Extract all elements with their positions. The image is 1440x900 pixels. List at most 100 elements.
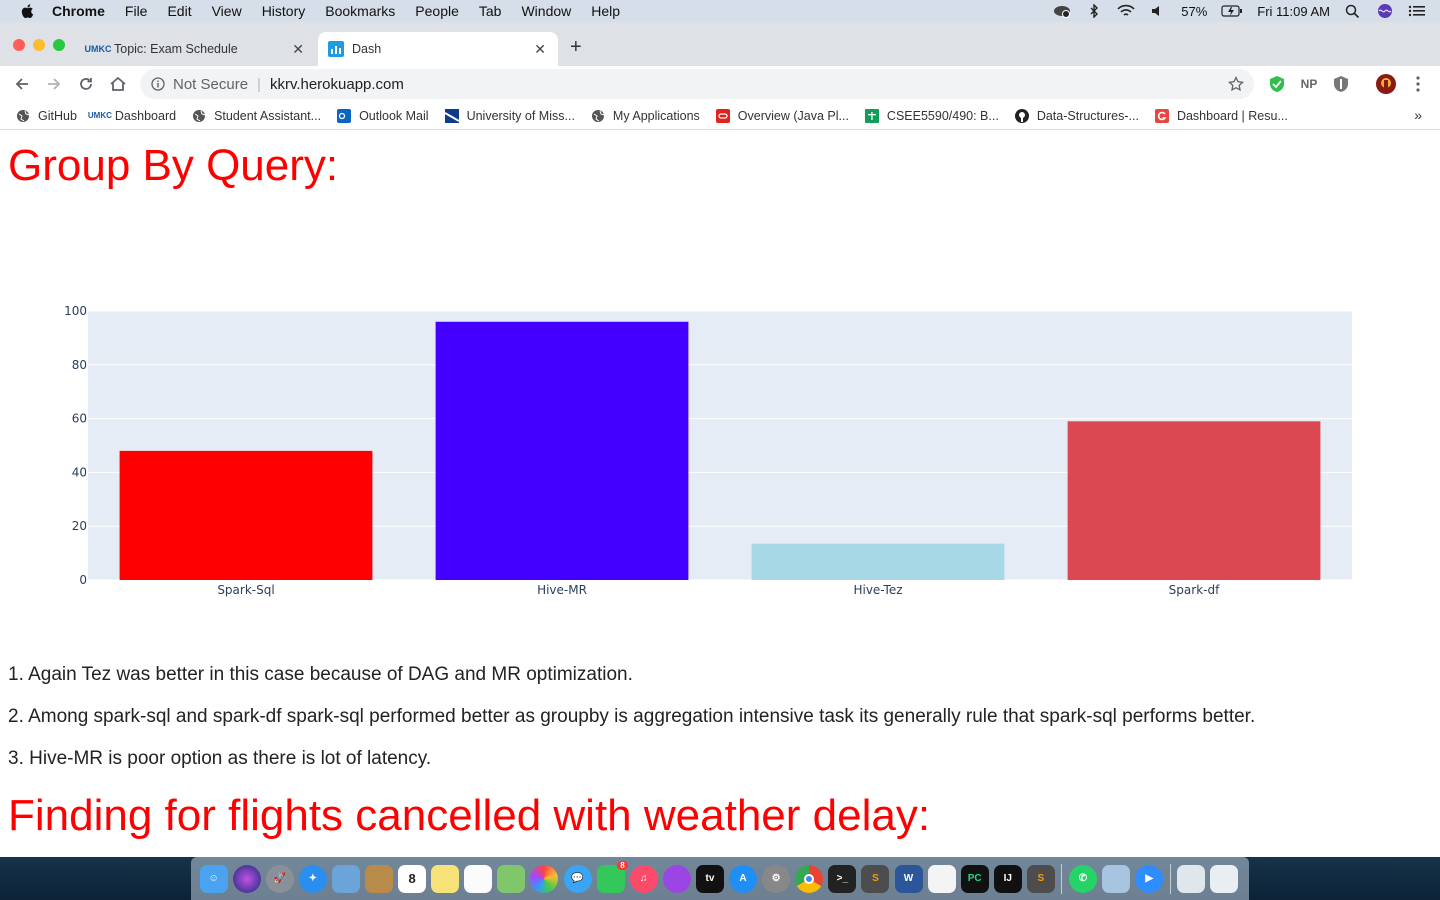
intellij-icon[interactable]: IJ xyxy=(993,864,1022,893)
menu-history[interactable]: History xyxy=(262,3,306,19)
bookmark-label: My Applications xyxy=(612,108,700,123)
sublime-text-2-icon[interactable]: S xyxy=(1026,864,1055,893)
wifi-icon[interactable] xyxy=(1117,4,1135,18)
trash-icon[interactable] xyxy=(1210,864,1239,893)
menu-people[interactable]: People xyxy=(415,3,459,19)
battery-percent: 57% xyxy=(1181,3,1208,19)
umsystem-icon xyxy=(444,108,459,123)
menu-help[interactable]: Help xyxy=(591,3,620,19)
menubar-clock[interactable]: Fri 11:09 AM xyxy=(1257,4,1330,19)
terminal-icon[interactable]: >_ xyxy=(828,864,857,893)
x-tick-label: Hive-Tez xyxy=(853,583,902,597)
bookmark-star-icon[interactable] xyxy=(1228,76,1244,92)
y-tick-label: 0 xyxy=(79,573,87,587)
battery-charging-icon[interactable] xyxy=(1221,4,1243,18)
minimize-window-button[interactable] xyxy=(33,39,45,51)
zoom-window-button[interactable] xyxy=(53,39,65,51)
menu-file[interactable]: File xyxy=(125,3,148,19)
reload-icon[interactable] xyxy=(76,74,96,94)
bar-spark-sql[interactable] xyxy=(119,450,373,580)
siri-icon[interactable] xyxy=(232,864,261,893)
menu-view[interactable]: View xyxy=(212,3,242,19)
whatsapp-icon[interactable]: ✆ xyxy=(1068,864,1097,893)
app-store-icon[interactable]: A xyxy=(729,864,758,893)
word-icon[interactable]: W xyxy=(894,864,923,893)
tab-dash[interactable]: Dash ✕ xyxy=(318,32,558,66)
notes-book-icon[interactable] xyxy=(365,864,394,893)
apple-logo-icon[interactable] xyxy=(20,3,34,19)
privacy-shield-icon[interactable] xyxy=(1331,74,1351,94)
preview-icon[interactable] xyxy=(331,864,360,893)
bookmark-data-structures[interactable]: Data-Structures-... xyxy=(1014,108,1139,123)
podcasts-icon[interactable] xyxy=(662,864,691,893)
bookmark-outlook-mail[interactable]: Outlook Mail xyxy=(337,108,429,123)
bookmark-dashboard-umkc[interactable]: UMKC Dashboard xyxy=(88,108,177,123)
photos-icon[interactable] xyxy=(530,864,559,893)
downloads-icon[interactable] xyxy=(1177,864,1206,893)
menu-window[interactable]: Window xyxy=(521,3,571,19)
profile-avatar[interactable] xyxy=(1376,74,1396,94)
finder-icon[interactable]: ☺ xyxy=(199,864,228,893)
maps-icon[interactable] xyxy=(497,864,526,893)
bookmark-my-applications[interactable]: My Applications xyxy=(591,109,700,123)
creative-cloud-icon[interactable] xyxy=(1053,4,1071,18)
bar-hive-tez[interactable] xyxy=(751,543,1005,580)
home-icon[interactable] xyxy=(108,74,128,94)
sublime-text-icon[interactable]: S xyxy=(861,864,890,893)
app-menu-chrome[interactable]: Chrome xyxy=(52,3,105,19)
siri-menubar-icon[interactable] xyxy=(1376,4,1394,18)
bar-hive-mr[interactable] xyxy=(435,321,689,580)
address-bar[interactable]: Not Secure | kkrv.herokuapp.com xyxy=(140,69,1254,99)
outlook-icon xyxy=(337,108,352,123)
bookmark-dashboard-resume[interactable]: Dashboard | Resu... xyxy=(1154,108,1288,123)
section-heading: Finding for flights cancelled with weath… xyxy=(8,791,931,840)
menu-bookmarks[interactable]: Bookmarks xyxy=(325,3,395,19)
textedit-icon[interactable] xyxy=(927,864,956,893)
zoom-icon[interactable]: ▶ xyxy=(1135,864,1164,893)
chrome-menu-icon[interactable] xyxy=(1408,74,1428,94)
np-extension-icon[interactable]: NP xyxy=(1299,74,1319,94)
chrome-icon[interactable] xyxy=(795,864,824,893)
calendar-icon[interactable]: 8 xyxy=(398,864,427,893)
apple-tv-icon[interactable]: tv xyxy=(695,864,724,893)
notification-center-icon[interactable] xyxy=(1408,4,1426,18)
adblock-shield-icon[interactable] xyxy=(1267,74,1287,94)
info-icon[interactable] xyxy=(151,77,165,91)
bookmark-student-assistant[interactable]: Student Assistant... xyxy=(192,109,321,123)
back-arrow-icon[interactable] xyxy=(12,74,32,94)
stickies-icon[interactable] xyxy=(431,864,460,893)
bookmark-label: Dashboard xyxy=(114,108,177,123)
volume-icon[interactable] xyxy=(1149,4,1167,18)
reminders-icon[interactable] xyxy=(464,864,493,893)
close-tab-icon[interactable]: ✕ xyxy=(534,41,546,58)
bookmarks-overflow-icon[interactable]: » xyxy=(1414,107,1422,123)
music-icon[interactable]: ♫ xyxy=(629,864,658,893)
bookmark-university-of-missouri[interactable]: University of Miss... xyxy=(444,108,575,123)
bookmark-label: GitHub xyxy=(38,108,77,123)
bookmark-github[interactable]: GitHub xyxy=(16,109,77,123)
image-capture-icon[interactable] xyxy=(1102,864,1131,893)
bookmark-csee5590[interactable]: CSEE5590/490: B... xyxy=(864,108,999,123)
url-text[interactable]: kkrv.herokuapp.com xyxy=(270,76,404,93)
bluetooth-icon[interactable] xyxy=(1085,4,1103,18)
y-tick-label: 60 xyxy=(72,412,87,426)
spotlight-search-icon[interactable] xyxy=(1344,4,1362,18)
bookmark-label: University of Miss... xyxy=(466,108,575,123)
tab-exam-schedule[interactable]: UMKC Topic: Exam Schedule ✕ xyxy=(80,32,316,66)
close-tab-icon[interactable]: ✕ xyxy=(292,41,304,58)
messages-icon[interactable]: 💬 xyxy=(563,864,592,893)
bookmark-java-overview[interactable]: Overview (Java Pl... xyxy=(715,108,849,123)
forward-arrow-icon[interactable] xyxy=(44,74,64,94)
tab-title: Dash xyxy=(352,42,382,56)
close-window-button[interactable] xyxy=(13,39,25,51)
pycharm-icon[interactable]: PC xyxy=(960,864,989,893)
bar-spark-df[interactable] xyxy=(1067,421,1321,580)
system-preferences-icon[interactable]: ⚙ xyxy=(762,864,791,893)
facetime-icon[interactable]: 8 xyxy=(596,860,628,893)
menu-edit[interactable]: Edit xyxy=(167,3,191,19)
menu-tab[interactable]: Tab xyxy=(479,3,502,19)
safari-icon[interactable]: ✦ xyxy=(298,864,327,893)
launchpad-icon[interactable]: 🚀 xyxy=(265,864,294,893)
page-content: Group By Query: 0 20 40 60 80 100 Spark-Sql Hi… xyxy=(0,131,1440,857)
new-tab-button[interactable]: + xyxy=(570,36,582,59)
